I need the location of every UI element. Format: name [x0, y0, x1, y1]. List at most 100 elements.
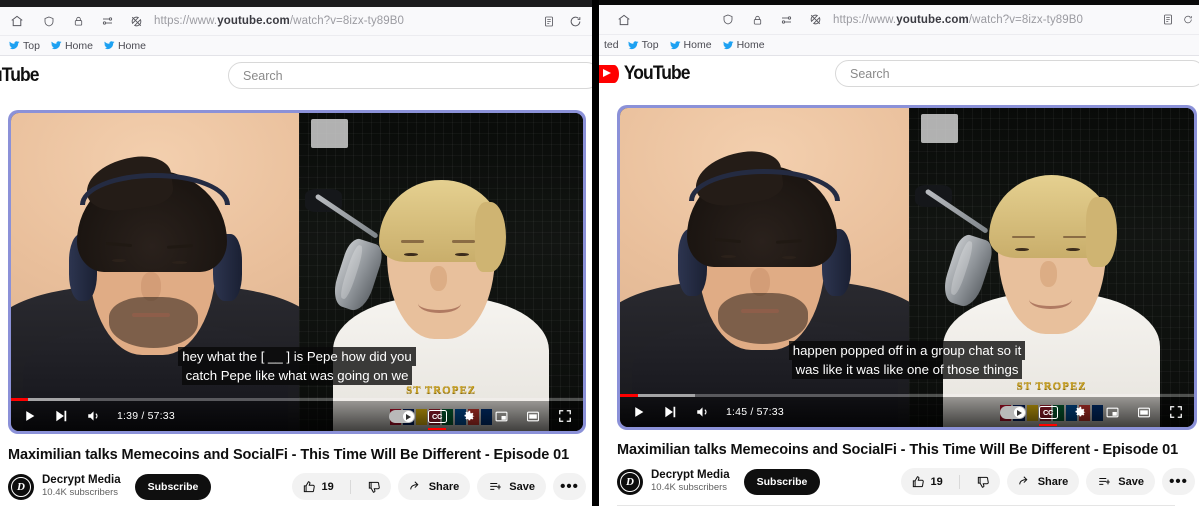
permissions-icon[interactable] [96, 10, 118, 32]
bookmark-label: Home [737, 39, 765, 51]
bookmark-item[interactable]: Top [624, 39, 663, 51]
address-bar-right[interactable]: https://www.youtube.com/watch?v=8izx-ty8… [713, 9, 1151, 31]
reload-icon[interactable] [1183, 9, 1193, 31]
save-button[interactable]: Save [1086, 468, 1155, 495]
subscribe-button[interactable]: Subscribe [135, 474, 212, 500]
youtube-header-right: YouTube Search [599, 56, 1199, 92]
more-actions-button[interactable]: ••• [1162, 468, 1195, 495]
tracker-blocked-icon[interactable] [804, 9, 826, 31]
next-track-icon[interactable] [660, 402, 680, 422]
bookmark-label: Top [23, 40, 40, 52]
subscribe-button[interactable]: Subscribe [744, 469, 821, 495]
lock-icon[interactable] [746, 9, 768, 31]
play-icon[interactable] [19, 406, 39, 426]
bookmark-item[interactable]: Top [5, 40, 44, 52]
home-icon[interactable] [6, 10, 28, 32]
avatar[interactable]: D [8, 474, 34, 500]
youtube-logo-text: YouTube [624, 63, 690, 85]
bookmark-item[interactable]: Home [100, 40, 150, 52]
search-placeholder: Search [243, 69, 283, 83]
autoplay-toggle[interactable] [389, 406, 415, 426]
bookmark-item[interactable]: Home [719, 39, 769, 51]
subtitles-cc-button[interactable]: CC [427, 406, 447, 426]
fullscreen-icon[interactable] [555, 406, 575, 426]
divider [350, 480, 351, 494]
reader-mode-icon[interactable] [1157, 9, 1179, 31]
volume-icon[interactable] [692, 402, 712, 422]
tracker-blocked-icon[interactable] [125, 10, 147, 32]
more-actions-button[interactable]: ••• [553, 473, 586, 500]
autoplay-toggle[interactable] [1000, 402, 1026, 422]
like-button[interactable]: 19 [292, 473, 343, 500]
volume-icon[interactable] [83, 406, 103, 426]
next-track-icon[interactable] [51, 406, 71, 426]
twitter-bird-icon [670, 40, 681, 51]
share-label: Share [1038, 476, 1069, 488]
video-player-left[interactable]: ST TROPEZ hey what the [ __ ] is Pepe ho… [8, 110, 586, 434]
theater-mode-icon[interactable] [1134, 402, 1154, 422]
url-text-left: https://www.youtube.com/watch?v=8izx-ty8… [154, 15, 404, 27]
home-icon[interactable] [613, 9, 635, 31]
eye-left [404, 253, 418, 256]
subtitles-cc-button[interactable]: CC [1038, 402, 1058, 422]
share-button[interactable]: Share [398, 473, 471, 500]
guest-left-webcam [620, 108, 909, 427]
like-button[interactable]: 19 [901, 468, 952, 495]
video-info-left: Maximilian talks Memecoins and SocialFi … [8, 447, 586, 500]
play-icon[interactable] [628, 402, 648, 422]
nose-shape [430, 266, 447, 291]
shield-icon[interactable] [38, 10, 60, 32]
progress-played [11, 398, 28, 401]
video-surface-right[interactable]: ST TROPEZ happen popped off in a group c… [620, 108, 1194, 427]
search-input-right[interactable]: Search [835, 60, 1199, 87]
channel-block[interactable]: Decrypt Media 10.4K subscribers [42, 474, 121, 499]
subscriber-count: 10.4K subscribers [42, 488, 121, 499]
miniplayer-icon[interactable] [1102, 402, 1122, 422]
twitter-bird-icon [628, 40, 639, 51]
share-button[interactable]: Share [1007, 468, 1080, 495]
search-input-left[interactable]: Search [228, 62, 592, 89]
bookmark-label-clipped[interactable]: ted [604, 39, 619, 51]
youtube-logo-left[interactable]: uTube [0, 65, 41, 87]
progress-bar[interactable] [11, 398, 583, 401]
channel-and-actions-row-right: D Decrypt Media 10.4K subscribers Subscr… [617, 468, 1195, 495]
avatar-glyph: D [626, 476, 634, 488]
channel-block[interactable]: Decrypt Media 10.4K subscribers [651, 469, 730, 494]
permissions-icon[interactable] [775, 9, 797, 31]
player-controls-left: 1:39 / 57:33 CC [11, 398, 583, 431]
gear-icon[interactable] [459, 406, 479, 426]
bookmark-item[interactable]: Home [47, 40, 97, 52]
reload-icon[interactable] [564, 10, 586, 32]
shield-icon[interactable] [717, 9, 739, 31]
wall-panel-highlight [921, 114, 958, 143]
share-label: Share [429, 481, 460, 493]
miniplayer-icon[interactable] [491, 406, 511, 426]
reader-mode-icon[interactable] [538, 10, 560, 32]
browser-pane-left: https://www.youtube.com/watch?v=8izx-ty8… [0, 0, 592, 506]
youtube-header-left: uTube Search [0, 56, 592, 96]
twitter-bird-icon [723, 40, 734, 51]
save-button[interactable]: Save [477, 473, 546, 500]
toolbar-right-icons-left [538, 10, 586, 32]
video-surface-left[interactable]: ST TROPEZ hey what the [ __ ] is Pepe ho… [11, 113, 583, 431]
fullscreen-icon[interactable] [1166, 402, 1186, 422]
action-buttons-left: 19 Share Save ••• [292, 473, 586, 500]
video-player-right[interactable]: ST TROPEZ happen popped off in a group c… [617, 105, 1197, 430]
twitter-bird-icon [51, 40, 62, 51]
subscriber-count: 10.4K subscribers [651, 483, 730, 494]
youtube-logo-right[interactable]: YouTube [599, 63, 692, 85]
like-count: 19 [321, 481, 333, 493]
bookmark-item[interactable]: Home [666, 39, 716, 51]
avatar[interactable]: D [617, 469, 643, 495]
video-info-right: Maximilian talks Memecoins and SocialFi … [617, 442, 1195, 495]
eyebrow-left [401, 240, 424, 243]
progress-bar[interactable] [620, 394, 1194, 397]
action-buttons-right: 19 Share Save ••• [901, 468, 1195, 495]
dislike-button[interactable] [357, 473, 391, 500]
dislike-button[interactable] [966, 468, 1000, 495]
gear-icon[interactable] [1070, 402, 1090, 422]
bookmarks-bar-right: ted Top Home Home [599, 35, 1199, 56]
theater-mode-icon[interactable] [523, 406, 543, 426]
lock-icon[interactable] [67, 10, 89, 32]
address-bar-left[interactable]: https://www.youtube.com/watch?v=8izx-ty8… [34, 10, 532, 32]
